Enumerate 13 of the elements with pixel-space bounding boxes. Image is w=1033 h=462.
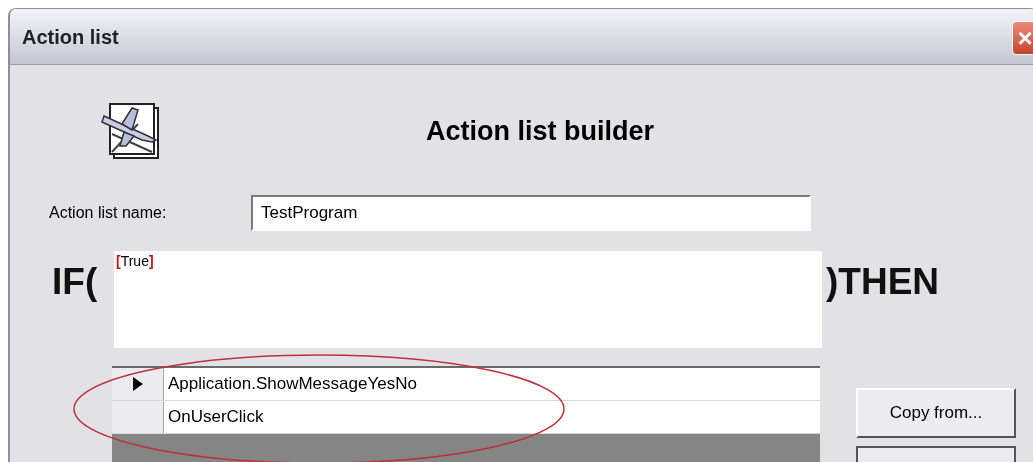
name-field[interactable]: TestProgram: [251, 195, 811, 231]
if-keyword: IF(: [52, 260, 99, 304]
action-grid[interactable]: Application.ShowMessageYesNo OnUserClick: [112, 366, 820, 462]
dialog-heading: Action list builder: [426, 114, 654, 148]
condition-box[interactable]: [True]: [114, 251, 822, 348]
row-header[interactable]: [112, 368, 164, 400]
condition-text: [True]: [116, 253, 154, 269]
copy-from-button[interactable]: Copy from...: [856, 388, 1016, 438]
row-pointer-icon: [132, 377, 143, 391]
button[interactable]: [856, 446, 1016, 462]
then-keyword: )THEN: [826, 260, 940, 304]
window-title: Action list: [22, 24, 119, 50]
field-label: Action list name:: [49, 203, 168, 223]
